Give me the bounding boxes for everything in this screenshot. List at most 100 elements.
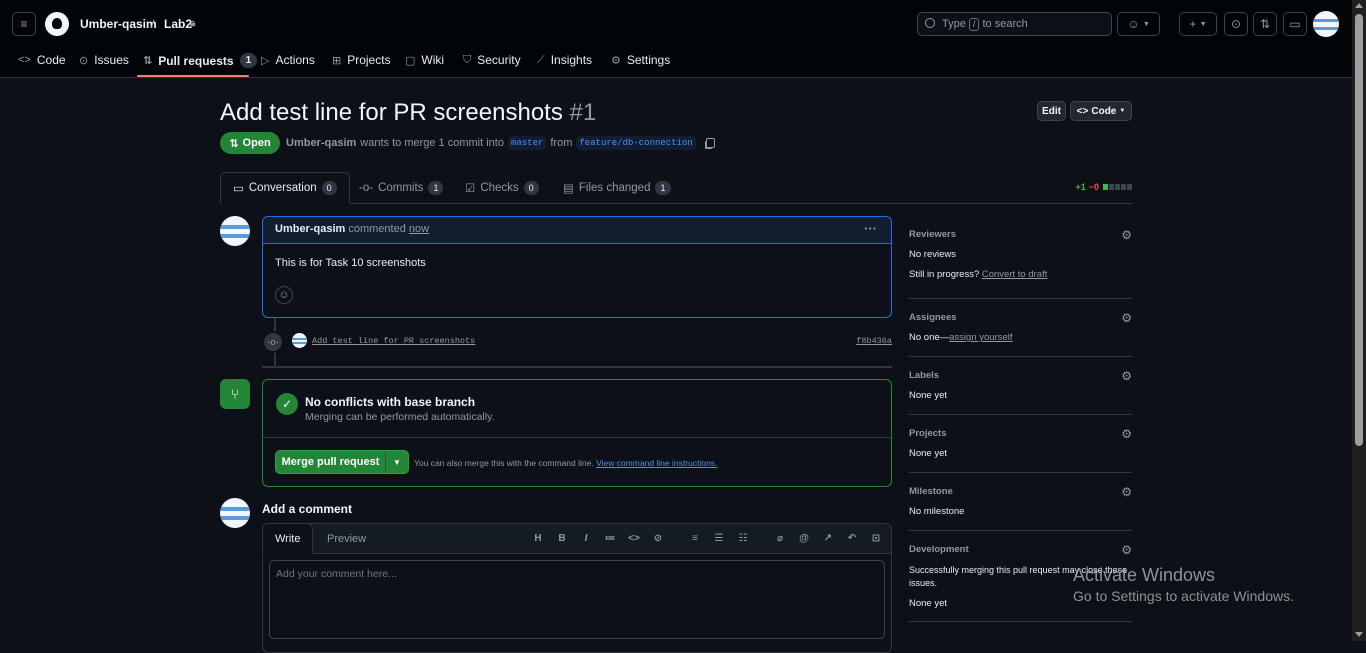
tab-code[interactable]: <> Code [18, 53, 66, 67]
pr-author-link[interactable]: Umber-qasim [286, 137, 356, 149]
tab-preview[interactable]: Preview [315, 523, 378, 554]
gear-icon[interactable]: ⚙ [1121, 369, 1132, 383]
merge-button-label[interactable]: Merge pull request [276, 451, 386, 473]
inbox-button[interactable]: ▭ [1283, 12, 1307, 36]
breadcrumb-owner[interactable]: Umber-qasim [80, 17, 157, 31]
menu-icon[interactable]: ≡ [12, 12, 36, 36]
mention-icon[interactable]: @ [797, 533, 811, 544]
tab-write[interactable]: Write [262, 523, 314, 554]
tab-settings[interactable]: ⚙ Settings [611, 53, 670, 67]
merge-box: ✓ No conflicts with base branch Merging … [262, 379, 892, 487]
heading-icon[interactable]: H [531, 533, 545, 544]
gear-icon[interactable]: ⚙ [1121, 228, 1132, 242]
tab-security[interactable]: ⛉ Security [463, 53, 521, 67]
gear-icon[interactable]: ⚙ [1121, 543, 1132, 557]
head-branch[interactable]: feature/db-connection [576, 136, 696, 150]
merge-status-title: No conflicts with base branch [305, 395, 476, 409]
create-new-button[interactable]: + ▼ [1179, 12, 1217, 36]
merge-pull-request-button[interactable]: Merge pull request ▼ [275, 450, 409, 474]
code-icon[interactable]: <> [627, 533, 641, 544]
tab-projects[interactable]: ⊞ Projects [332, 53, 391, 67]
git-merge-icon: ⑂ [220, 379, 250, 409]
scroll-down-arrow-icon[interactable] [1355, 632, 1363, 637]
pull-requests-button[interactable]: ⇅ [1253, 12, 1277, 36]
tab-actions[interactable]: ▷ Actions [261, 53, 315, 67]
breadcrumb-repo[interactable]: Lab2 [164, 17, 192, 31]
milestone-heading: Milestone [909, 486, 953, 497]
commit-sha-link[interactable]: f8b436a [856, 336, 892, 346]
bold-icon[interactable]: B [555, 533, 569, 544]
comment-author-avatar[interactable] [220, 216, 250, 246]
gear-icon[interactable]: ⚙ [1121, 485, 1132, 499]
gear-icon: ⚙ [611, 54, 621, 67]
edit-button[interactable]: Edit [1037, 101, 1066, 121]
scrollbar-thumb[interactable] [1355, 14, 1363, 446]
tab-insights[interactable]: ⟋ Insights [537, 53, 592, 67]
tab-conversation[interactable]: ▭ Conversation 0 [220, 172, 350, 204]
command-line-instructions-link[interactable]: View command line instructions. [596, 458, 717, 468]
copy-icon[interactable] [705, 138, 715, 148]
gear-icon[interactable]: ⚙ [1121, 427, 1132, 441]
edit-button-label: Edit [1042, 105, 1061, 117]
task-list-icon[interactable]: ☷ [736, 533, 750, 544]
unordered-list-icon[interactable]: ☰ [712, 533, 726, 544]
link-icon[interactable]: ⊘ [651, 533, 665, 544]
quote-icon[interactable]: ≔ [603, 533, 617, 544]
assign-yourself-link[interactable]: assign yourself [949, 332, 1012, 343]
code-dropdown-button[interactable]: <> Code ▼ [1070, 101, 1132, 121]
tab-checks[interactable]: ☑ Checks 0 [465, 172, 539, 204]
code-button-label: Code [1091, 105, 1117, 117]
comment-timestamp[interactable]: now [409, 223, 429, 235]
tab-files-changed[interactable]: ▤ Files changed 1 [563, 172, 671, 204]
commit-message-link[interactable]: Add test line for PR screenshots [312, 336, 475, 346]
pr-tabs: ▭ Conversation 0 -o- Commits 1 ☑ Checks 0 ▤ Fil… [220, 172, 1132, 204]
reply-icon[interactable]: ↶ [845, 533, 859, 544]
vertical-scrollbar[interactable] [1352, 0, 1366, 641]
ordered-list-icon[interactable]: ≡ [688, 533, 702, 544]
diff-stats: +1 −0 [1075, 182, 1132, 192]
scroll-up-arrow-icon[interactable] [1355, 3, 1363, 8]
search-input[interactable]: Type / to search [917, 12, 1112, 36]
draft-hint: Still in progress? Convert to draft [909, 269, 1047, 280]
assignees-none: No one— [909, 332, 950, 343]
slash-commands-icon[interactable]: ⊡ [869, 533, 883, 544]
comment-author[interactable]: Umber-qasim [275, 223, 345, 235]
tab-issues[interactable]: ⊙ Issues [79, 53, 129, 67]
base-branch[interactable]: master [507, 136, 547, 150]
book-icon: ▢ [405, 54, 416, 67]
conversation-count: 0 [321, 181, 337, 195]
convert-to-draft-link[interactable]: Convert to draft [982, 269, 1047, 280]
commit-author-avatar[interactable] [292, 333, 307, 348]
merge-hint: You can also merge this with the command… [414, 458, 717, 468]
attach-icon[interactable]: ⌀ [773, 533, 787, 544]
commit-icon: -o- [359, 182, 374, 194]
file-diff-icon: ▤ [563, 183, 574, 195]
pr-meta: Umber-qasim wants to merge 1 commit into… [286, 136, 715, 150]
comment-textarea[interactable] [269, 560, 885, 639]
play-icon: ▷ [261, 54, 270, 67]
tab-checks-label: Checks [480, 182, 519, 194]
search-suffix: to search [982, 18, 1028, 30]
current-user-avatar [220, 498, 250, 528]
tab-commits[interactable]: -o- Commits 1 [359, 172, 444, 204]
issue-icon: ⊙ [1230, 17, 1242, 31]
chevron-down-icon: ▼ [1199, 20, 1207, 28]
issues-button[interactable]: ⊙ [1224, 12, 1248, 36]
add-reaction-icon[interactable]: ☺ [275, 286, 293, 304]
user-avatar[interactable] [1313, 11, 1339, 37]
copilot-button[interactable]: ☺ ▼ [1117, 12, 1160, 36]
italic-icon[interactable]: I [579, 533, 593, 544]
tab-pull-requests[interactable]: ⇅ Pull requests 1 [143, 53, 258, 68]
chevron-down-icon: ▼ [1119, 108, 1126, 114]
github-logo-icon[interactable] [45, 12, 69, 36]
checks-count: 0 [523, 181, 539, 195]
page-title: Add test line for PR screenshots #1 [220, 99, 596, 127]
gear-icon[interactable]: ⚙ [1121, 311, 1132, 325]
commits-count: 1 [428, 181, 444, 195]
kebab-menu-icon[interactable]: ··· [864, 221, 877, 236]
cross-reference-icon[interactable]: ↗ [821, 533, 835, 544]
tab-wiki[interactable]: ▢ Wiki [405, 53, 444, 67]
in-progress-text: Still in progress? [909, 269, 980, 280]
merge-options-chevron-icon[interactable]: ▼ [386, 451, 408, 473]
lock-icon: 🔒︎ [190, 18, 196, 29]
